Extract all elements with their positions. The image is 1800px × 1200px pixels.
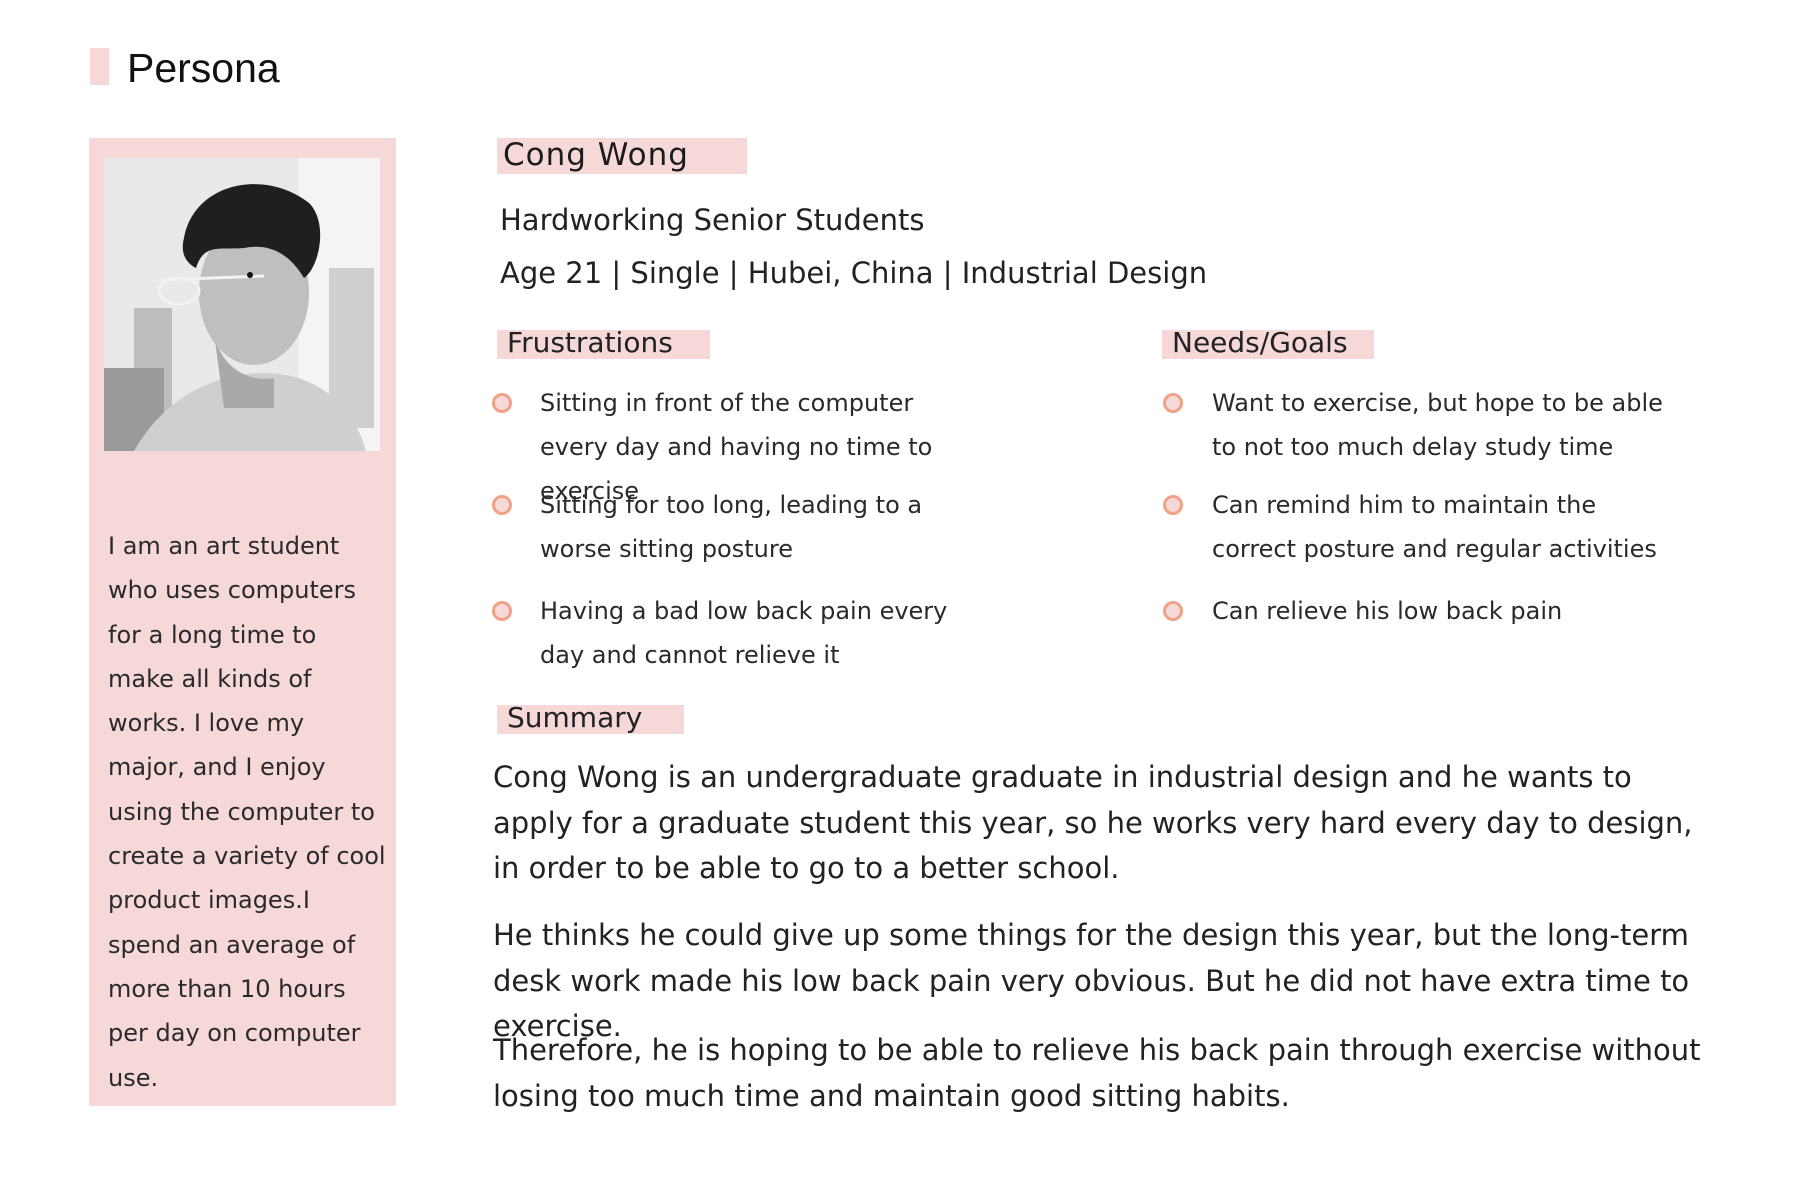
title-accent-bar — [90, 48, 109, 85]
avatar — [104, 158, 380, 451]
summary-heading-tag: Summary — [497, 701, 684, 734]
avatar-photo — [104, 158, 380, 451]
persona-name-tag: Cong Wong — [497, 137, 747, 174]
needs-heading-tag: Needs/Goals — [1162, 326, 1374, 359]
persona-bio: I am an art student who uses computers f… — [108, 532, 386, 1092]
frustration-item: Sitting for too long, leading to a worse… — [540, 491, 923, 563]
needs-heading: Needs/Goals — [1172, 326, 1348, 359]
persona-name: Cong Wong — [503, 137, 689, 173]
frustrations-heading-tag: Frustrations — [497, 326, 710, 359]
page-title: Persona — [127, 45, 280, 91]
frustration-bullet-icon — [492, 495, 512, 515]
summary-paragraph: Therefore, he is hoping to be able to re… — [493, 1033, 1701, 1113]
frustration-item: Having a bad low back pain every day and… — [540, 597, 948, 669]
frustrations-heading: Frustrations — [507, 326, 673, 359]
summary-heading: Summary — [507, 701, 643, 734]
needs-item: Want to exercise, but hope to be able to… — [1212, 389, 1663, 461]
persona-meta: Age 21 | Single | Hubei, China | Industr… — [500, 256, 1208, 290]
needs-item: Can remind him to maintain the correct p… — [1212, 491, 1657, 563]
needs-bullet-icon — [1163, 393, 1183, 413]
persona-tagline: Hardworking Senior Students — [500, 203, 925, 237]
frustration-bullet-icon — [492, 601, 512, 621]
frustration-bullet-icon — [492, 393, 512, 413]
needs-bullet-icon — [1163, 495, 1183, 515]
needs-bullet-icon — [1163, 601, 1183, 621]
needs-item: Can relieve his low back pain — [1212, 597, 1563, 625]
summary-paragraph: Cong Wong is an undergraduate graduate i… — [493, 760, 1693, 885]
profile-panel: I am an art student who uses computers f… — [89, 138, 396, 1106]
